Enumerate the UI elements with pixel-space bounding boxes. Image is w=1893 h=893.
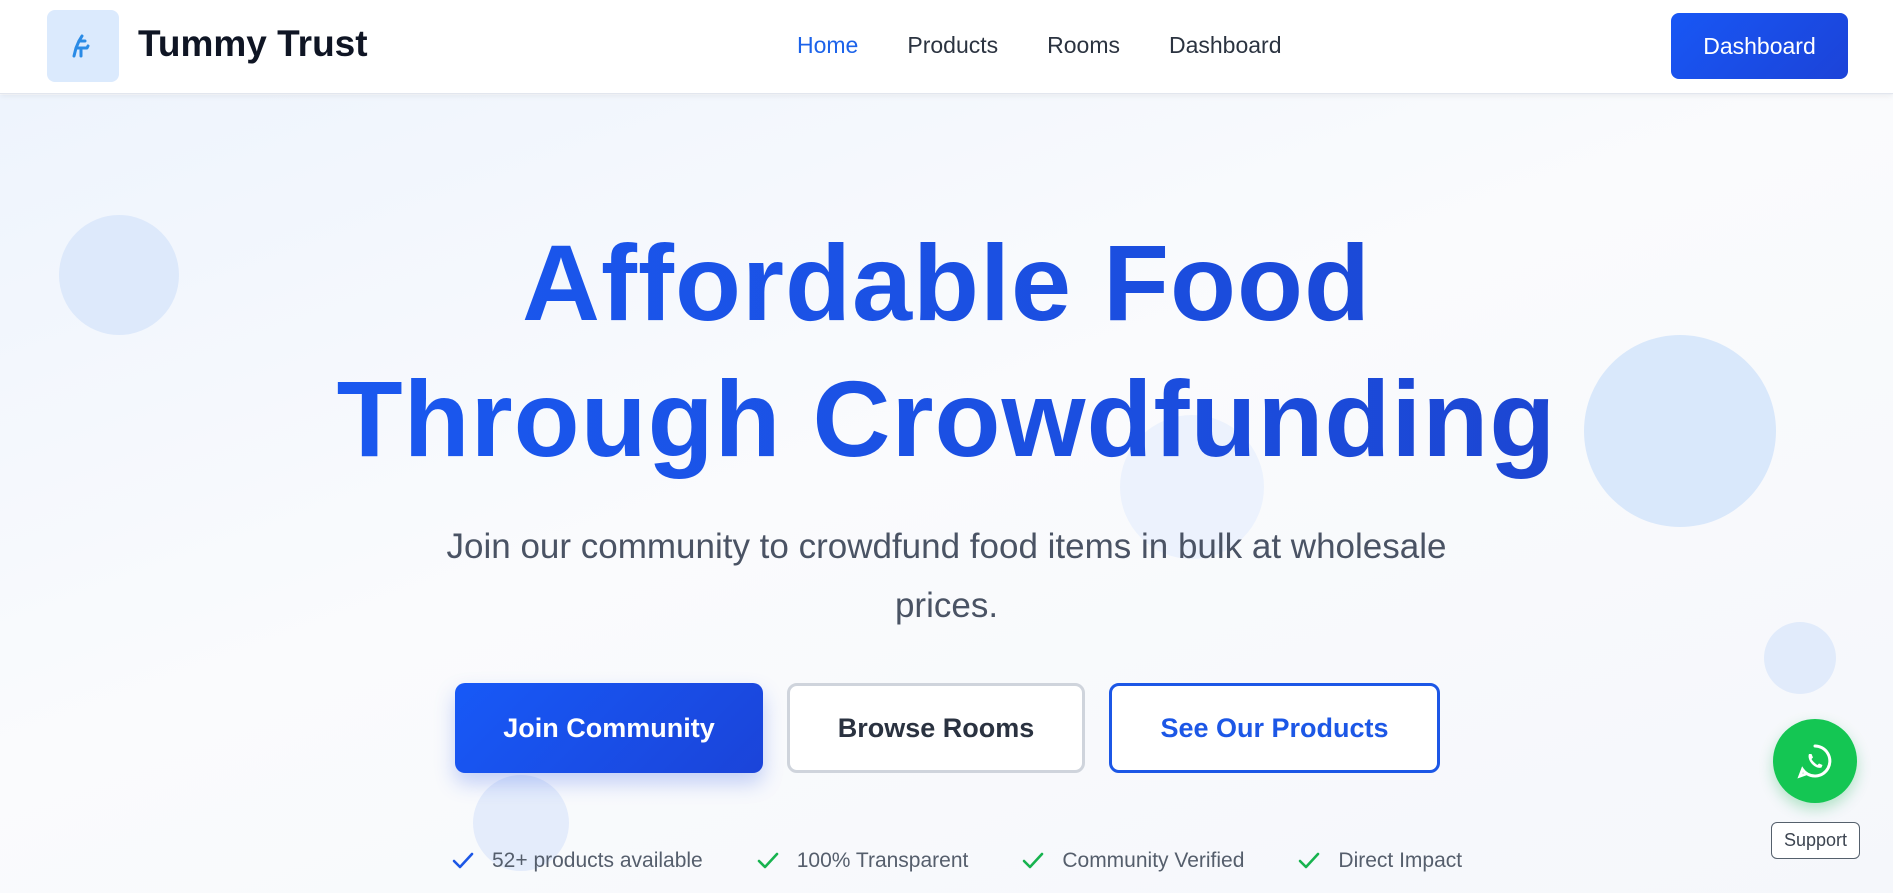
check-icon <box>1023 852 1044 869</box>
brand-logo[interactable] <box>47 10 119 82</box>
main-nav: Home Products Rooms Dashboard <box>797 32 1282 59</box>
nav-link-rooms[interactable]: Rooms <box>1047 32 1120 59</box>
brand-name[interactable]: Tummy Trust <box>138 23 368 65</box>
hero-subtitle: Join our community to crowdfund food ite… <box>446 527 1447 625</box>
support-label[interactable]: Support <box>1771 822 1860 859</box>
feature-item-impact: Direct Impact <box>1296 848 1462 874</box>
nav-link-products[interactable]: Products <box>907 32 998 59</box>
feature-label: 100% Transparent <box>796 849 969 872</box>
browse-rooms-button[interactable]: Browse Rooms <box>787 683 1085 773</box>
feature-list: 52+ products available 100% Transparent … <box>450 848 1462 874</box>
feature-item-verified: Community Verified <box>1020 848 1244 874</box>
hero-headline-line-2: Through Crowdfunding <box>336 358 1557 479</box>
hero-headline-line-1: Affordable Food <box>522 222 1371 343</box>
hero-headline: Affordable Food Through Crowdfunding <box>0 215 1893 487</box>
nav-link-dashboard[interactable]: Dashboard <box>1169 32 1282 59</box>
check-icon <box>1299 852 1320 869</box>
feature-item-transparent: 100% Transparent <box>755 848 969 874</box>
feature-label: Community Verified <box>1062 849 1245 872</box>
check-icon <box>757 852 779 869</box>
join-community-button[interactable]: Join Community <box>455 683 763 773</box>
feature-label: Direct Impact <box>1338 849 1463 872</box>
hero-section: Affordable Food Through Crowdfunding Joi… <box>0 95 1893 893</box>
whatsapp-icon <box>1797 744 1832 779</box>
feature-label: 52+ products available <box>492 849 703 872</box>
nav-link-home[interactable]: Home <box>797 32 858 59</box>
see-products-button[interactable]: See Our Products <box>1109 683 1440 773</box>
utensils-icon <box>72 34 90 58</box>
top-navbar: Tummy Trust Home Products Rooms Dashboar… <box>0 0 1893 94</box>
decorative-bubble <box>1764 622 1836 694</box>
check-icon <box>452 852 474 869</box>
whatsapp-support-button[interactable] <box>1773 719 1857 803</box>
dashboard-button[interactable]: Dashboard <box>1671 13 1848 79</box>
feature-item-products: 52+ products available <box>450 848 703 874</box>
